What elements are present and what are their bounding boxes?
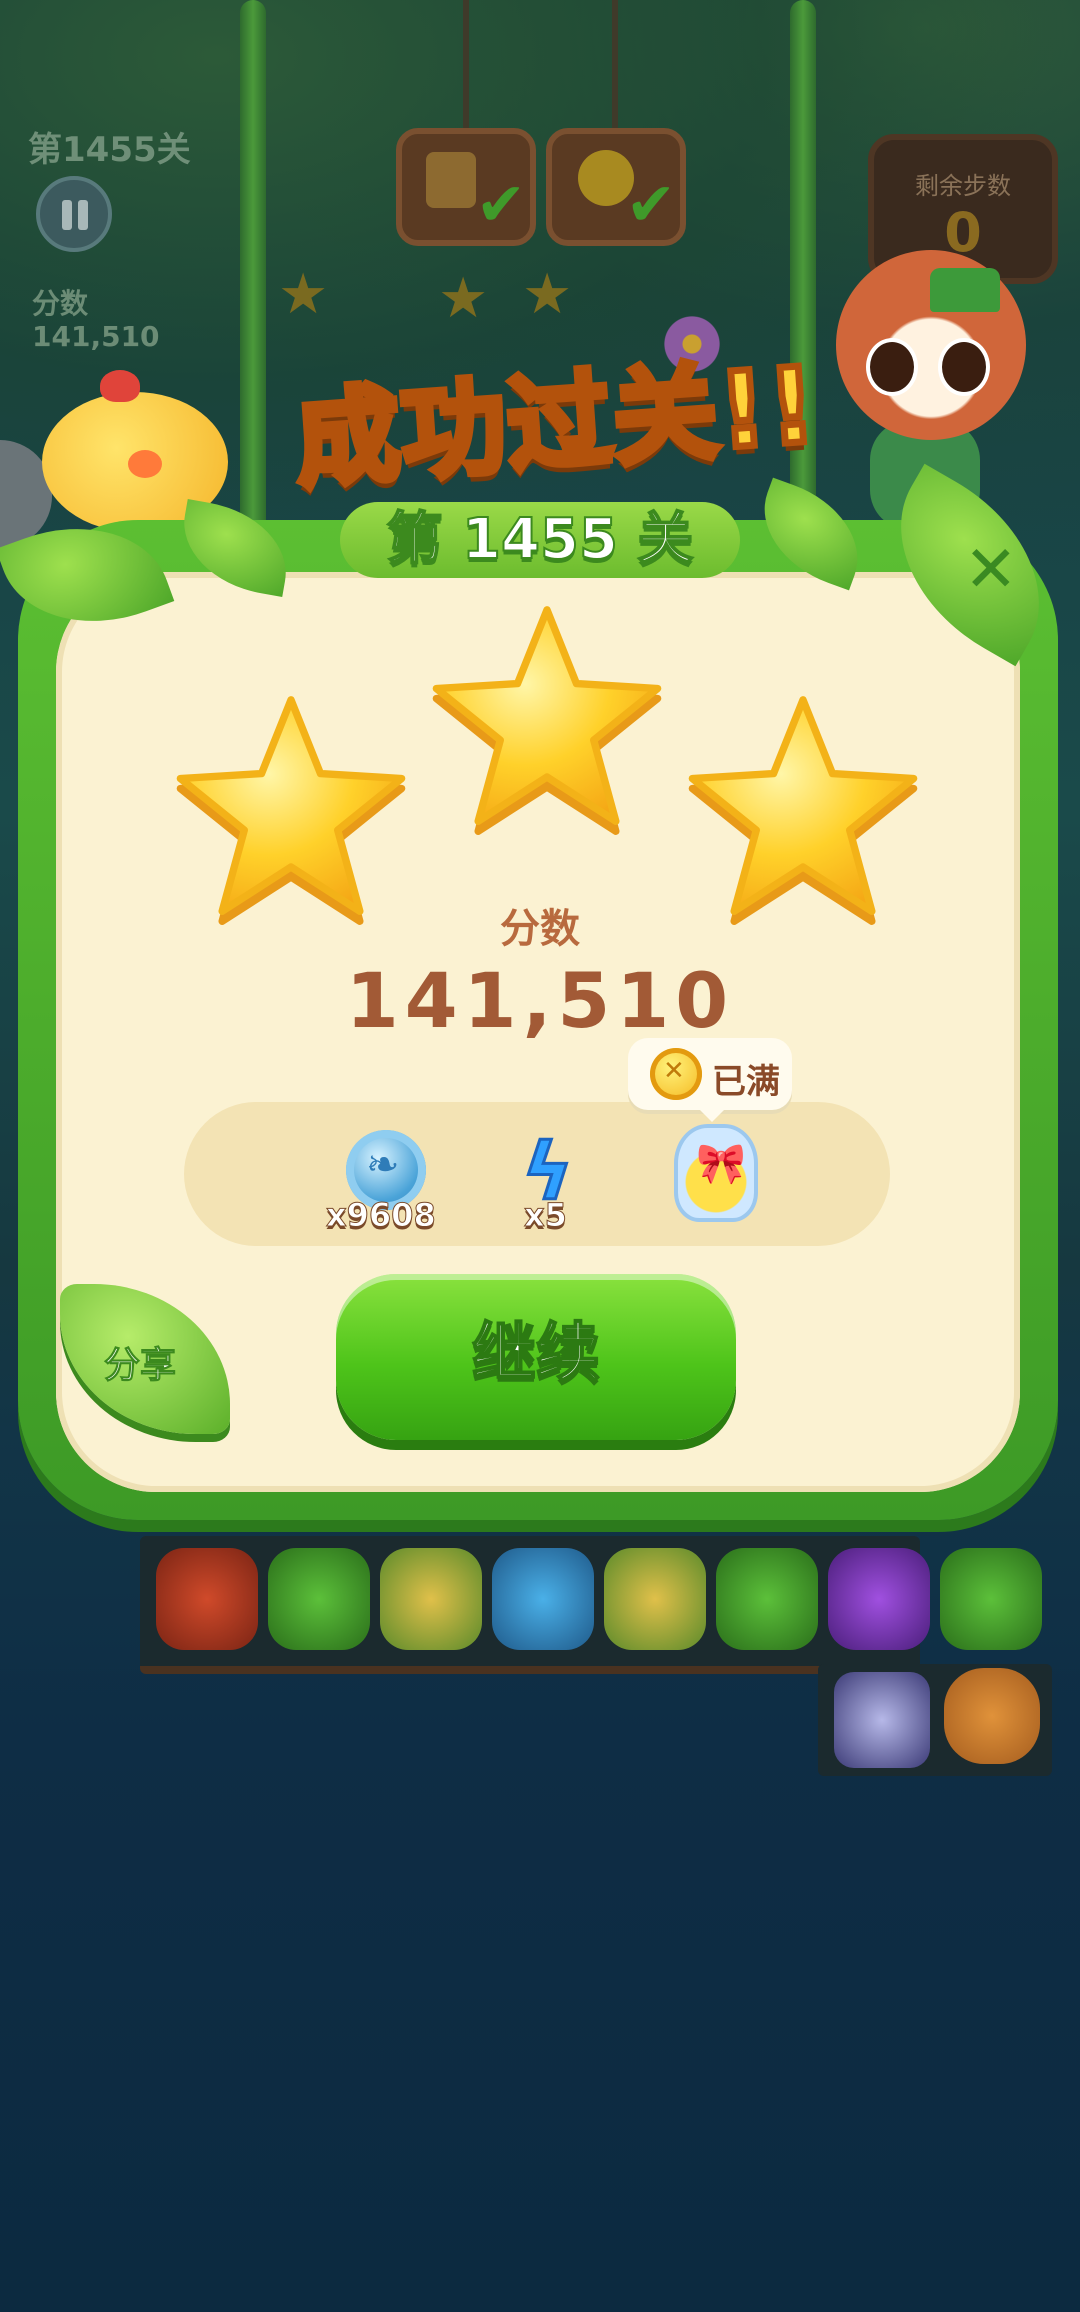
bow-icon: 🎀	[696, 1141, 746, 1187]
close-button[interactable]: ✕	[964, 533, 1018, 607]
result-star-1	[176, 696, 406, 915]
crate-icon	[426, 152, 476, 208]
frog-tile	[940, 1548, 1042, 1650]
chick-beak	[128, 450, 162, 478]
score-value: 141,510	[345, 956, 735, 1045]
fox-tile	[156, 1548, 258, 1650]
goal-crate: ✔	[396, 128, 536, 246]
rope	[463, 0, 469, 132]
starfish-tile	[834, 1672, 930, 1768]
frog-tile	[716, 1548, 818, 1650]
rope	[612, 0, 618, 132]
raccoon-eye	[866, 338, 918, 396]
reward-energy-count: x5	[524, 1196, 568, 1235]
raccoon-hat	[930, 268, 1000, 312]
vine-left	[240, 0, 266, 540]
bear-tile	[944, 1668, 1040, 1764]
check-icon: ✔	[625, 170, 676, 240]
progress-star-icon: ★	[522, 262, 573, 327]
tooltip-text: 已满	[712, 1062, 780, 1102]
hippo-tile	[492, 1548, 594, 1650]
continue-button[interactable]: 继续	[336, 1274, 736, 1440]
raccoon-eye	[938, 338, 990, 396]
hud-score-value: 141,510	[32, 320, 160, 353]
reward-coin-count: x9608	[326, 1196, 437, 1235]
leaf-shield-tile	[604, 1548, 706, 1650]
level-tag: 第 1455 关	[340, 502, 740, 578]
hud-level-label: 第1455关	[28, 130, 191, 170]
result-star-3	[688, 696, 918, 915]
check-icon: ✔	[475, 170, 526, 240]
progress-star-icon: ★	[278, 262, 329, 327]
hud-score-label: 分数	[32, 287, 89, 320]
moves-label: 剩余步数	[915, 172, 1011, 200]
goal-coin: ✔	[546, 128, 686, 246]
owl-tile	[828, 1548, 930, 1650]
leaf-shield-tile	[380, 1548, 482, 1650]
frog-tile	[268, 1548, 370, 1650]
result-star-2	[432, 606, 662, 825]
pause-button[interactable]	[36, 176, 112, 252]
gold-coin-icon	[650, 1048, 702, 1100]
score-label: 分数	[500, 906, 580, 952]
share-label[interactable]: 分享	[103, 1336, 176, 1388]
progress-star-icon: ★	[438, 266, 489, 331]
